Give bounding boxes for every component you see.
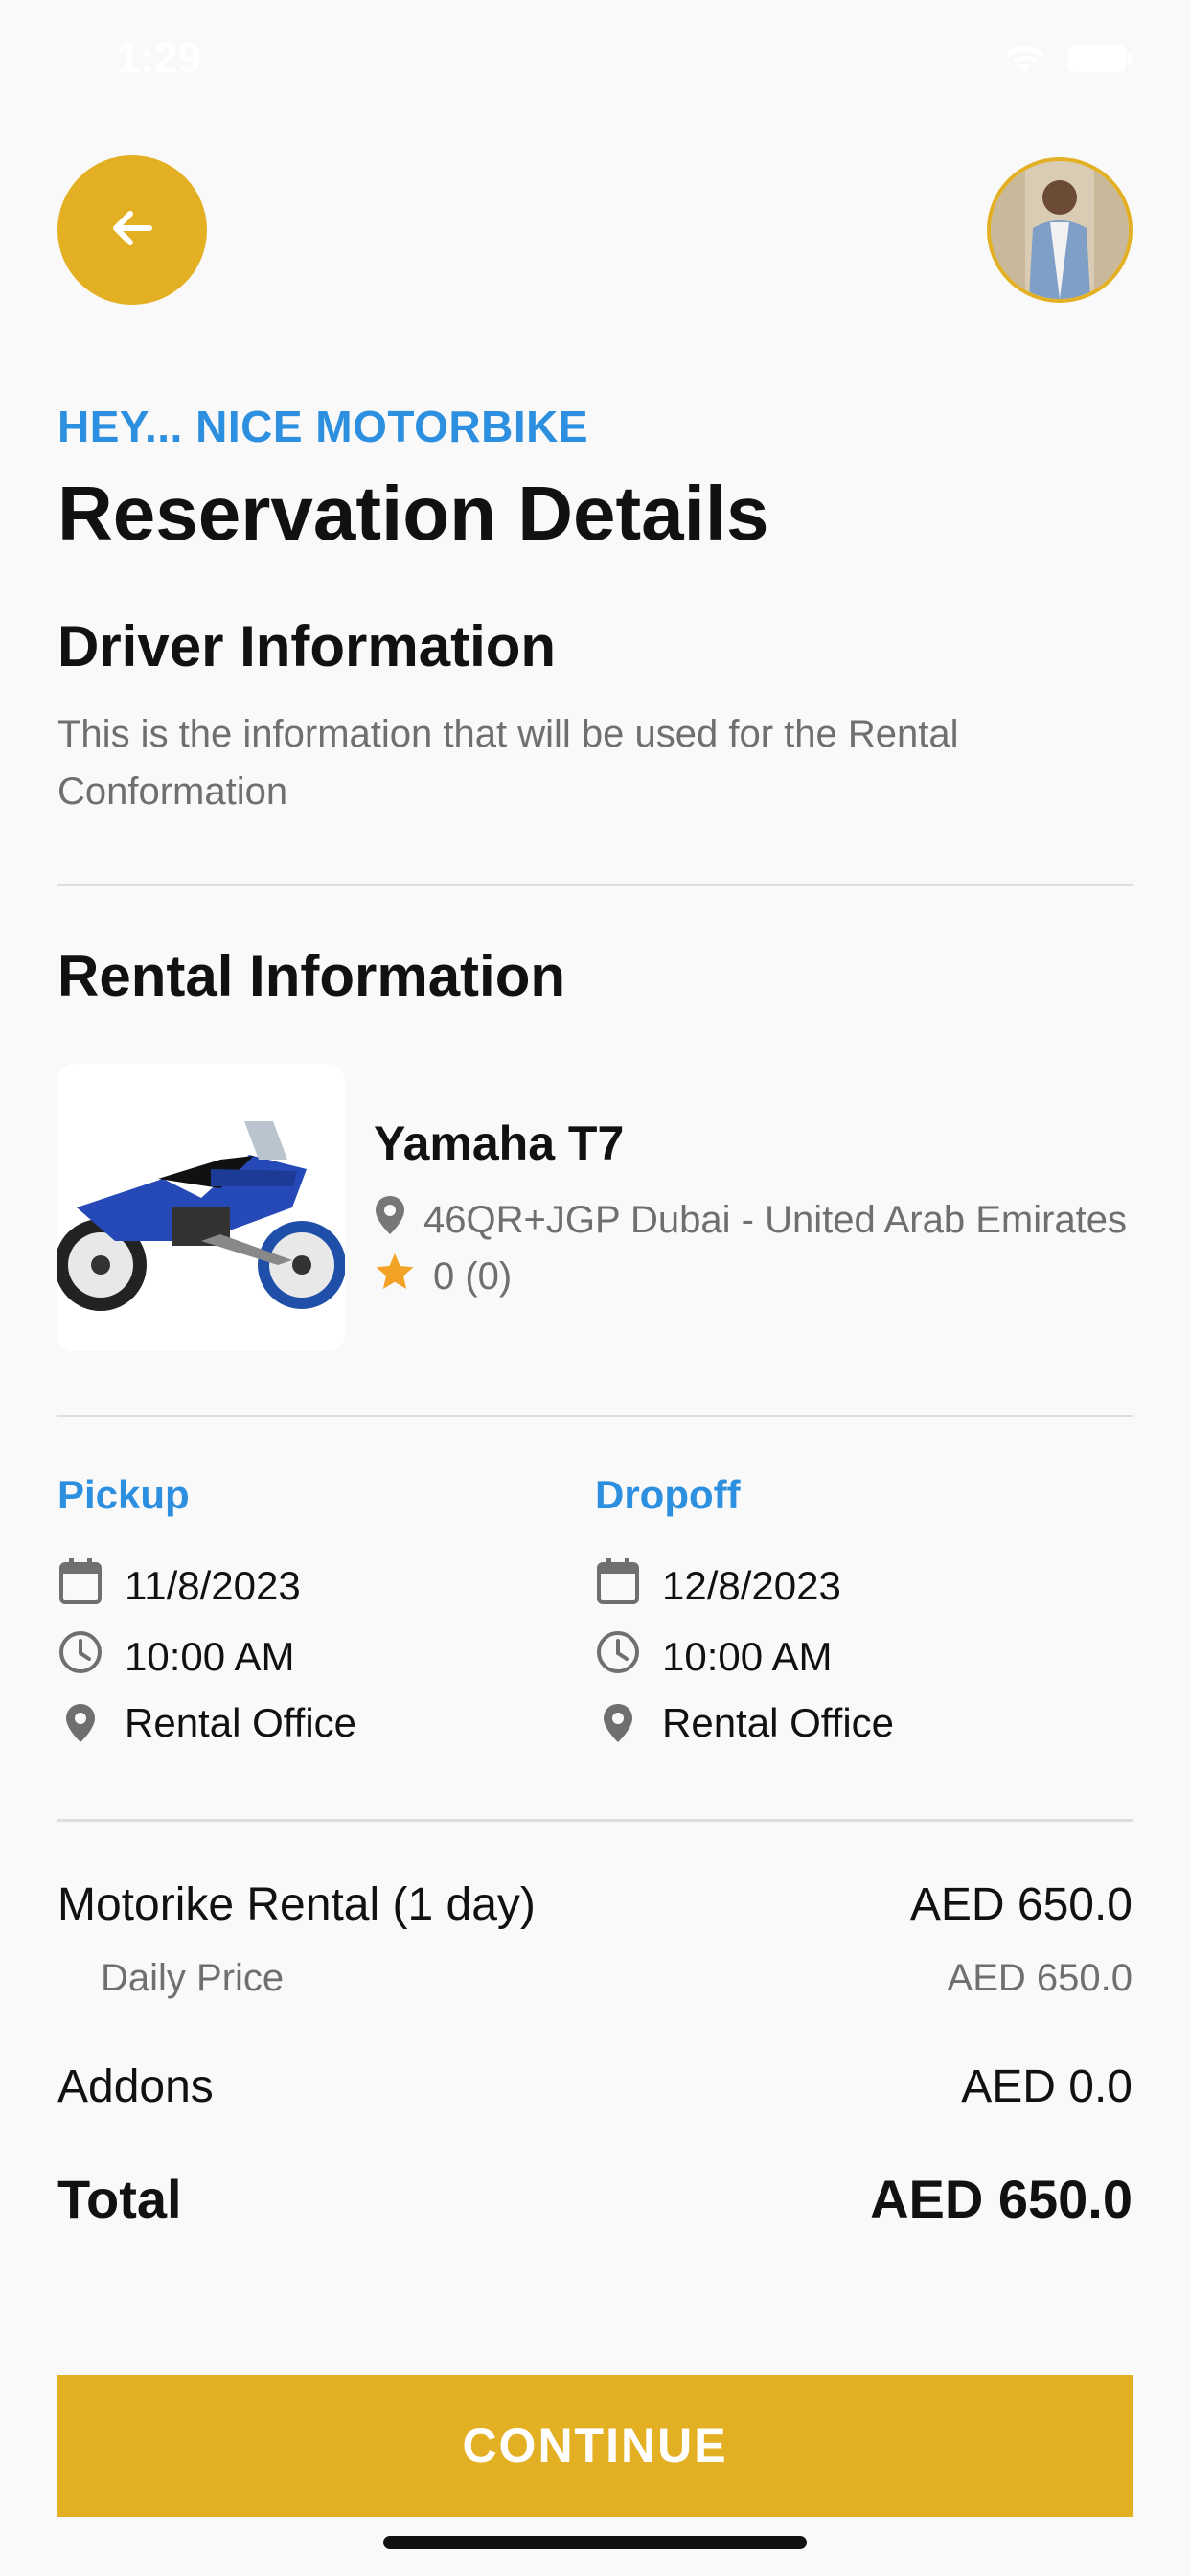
status-icons bbox=[1004, 42, 1133, 80]
avatar[interactable] bbox=[987, 157, 1133, 303]
pickup-label: Pickup bbox=[57, 1472, 190, 1517]
pickup-place: Rental Office bbox=[125, 1700, 357, 1745]
addons-label: Addons bbox=[57, 2061, 214, 2112]
total-value: AED 650.0 bbox=[870, 2169, 1133, 2229]
driver-info-description: This is the information that will be use… bbox=[57, 713, 959, 813]
rental-info-title: Rental Information bbox=[57, 944, 566, 1008]
driver-info-title: Driver Information bbox=[57, 614, 557, 678]
bike-name: Yamaha T7 bbox=[374, 1116, 625, 1170]
bike-location: 46QR+JGP Dubai - United Arab Emirates bbox=[374, 1194, 1127, 1246]
dropoff-date-row: 12/8/2023 bbox=[595, 1556, 841, 1616]
dropoff-time: 10:00 AM bbox=[662, 1634, 833, 1679]
clock-icon bbox=[57, 1629, 103, 1685]
bike-image bbox=[57, 1064, 345, 1351]
pickup-time: 10:00 AM bbox=[125, 1634, 295, 1679]
daily-price-value: AED 650.0 bbox=[947, 1957, 1133, 1999]
addons-row: Addons AED 0.0 bbox=[57, 2060, 1133, 2113]
total-row: Total AED 650.0 bbox=[57, 2168, 1133, 2230]
clock-icon bbox=[595, 1629, 641, 1685]
continue-button[interactable]: CONTINUE bbox=[57, 2375, 1133, 2517]
dropoff-date: 12/8/2023 bbox=[662, 1563, 841, 1608]
back-button[interactable] bbox=[57, 155, 207, 305]
pickup-date: 11/8/2023 bbox=[125, 1563, 301, 1608]
divider bbox=[57, 1414, 1133, 1417]
home-indicator[interactable] bbox=[383, 2536, 807, 2549]
dropoff-time-row: 10:00 AM bbox=[595, 1629, 832, 1685]
divider bbox=[57, 1819, 1133, 1822]
pickup-date-row: 11/8/2023 bbox=[57, 1556, 301, 1616]
divider bbox=[57, 884, 1133, 886]
bike-rating: 0 (0) bbox=[374, 1252, 512, 1301]
total-label: Total bbox=[57, 2169, 182, 2229]
status-time: 1:29 bbox=[117, 34, 202, 81]
location-pin-icon bbox=[57, 1702, 103, 1744]
star-icon bbox=[374, 1252, 416, 1301]
pickup-place-row: Rental Office bbox=[57, 1700, 356, 1746]
battery-icon bbox=[1067, 43, 1133, 79]
section-eyebrow: HEY... NICE MOTORBIKE bbox=[57, 402, 589, 451]
bike-rating-text: 0 (0) bbox=[433, 1254, 513, 1298]
dropoff-place: Rental Office bbox=[662, 1700, 895, 1745]
calendar-icon bbox=[57, 1556, 103, 1616]
daily-price-label: Daily Price bbox=[101, 1957, 285, 1999]
addons-value: AED 0.0 bbox=[961, 2061, 1133, 2112]
dropoff-place-row: Rental Office bbox=[595, 1700, 894, 1746]
rental-price-value: AED 650.0 bbox=[909, 1879, 1133, 1930]
bike-location-text: 46QR+JGP Dubai - United Arab Emirates bbox=[423, 1198, 1128, 1241]
status-bar: 1:29 bbox=[0, 0, 1190, 125]
location-pin-icon bbox=[595, 1702, 641, 1744]
dropoff-label: Dropoff bbox=[595, 1472, 741, 1517]
rental-price-row: Motorike Rental (1 day) AED 650.0 bbox=[57, 1878, 1133, 1931]
wifi-icon bbox=[1004, 42, 1046, 80]
rental-price-label: Motorike Rental (1 day) bbox=[57, 1879, 536, 1930]
daily-price-row: Daily Price AED 650.0 bbox=[57, 1957, 1133, 2000]
page-title: Reservation Details bbox=[57, 471, 769, 556]
location-pin-icon bbox=[374, 1194, 406, 1246]
arrow-left-icon bbox=[105, 201, 159, 260]
calendar-icon bbox=[595, 1556, 641, 1616]
pickup-time-row: 10:00 AM bbox=[57, 1629, 294, 1685]
